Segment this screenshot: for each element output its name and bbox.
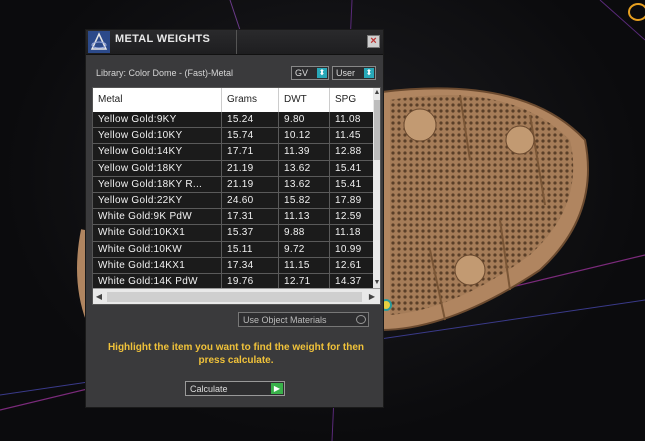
guide-line xyxy=(229,0,241,31)
column-header-grams[interactable]: Grams xyxy=(222,88,279,112)
column-header-metal[interactable]: Metal xyxy=(93,88,222,112)
horizontal-scrollbar[interactable]: ◀ ▶ xyxy=(93,288,380,304)
metal-cell: Yellow Gold:18KY R... xyxy=(93,176,222,193)
dwt-cell: 9.72 xyxy=(279,241,330,258)
grams-cell: 15.37 xyxy=(222,225,279,242)
grams-cell: 17.71 xyxy=(222,144,279,161)
scroll-right-icon[interactable]: ▶ xyxy=(367,291,377,303)
dwt-cell: 15.82 xyxy=(279,192,330,209)
scroll-down-icon[interactable]: ▼ xyxy=(373,278,380,288)
calculate-button[interactable]: Calculate ▶ xyxy=(185,381,285,396)
table-row[interactable]: Yellow Gold:22KY 24.60 15.82 17.89 xyxy=(93,192,380,210)
metal-cell: White Gold:10KX1 xyxy=(93,225,222,242)
grams-cell: 17.34 xyxy=(222,257,279,274)
dwt-cell: 13.62 xyxy=(279,176,330,193)
metal-cell: White Gold:9K PdW xyxy=(93,209,222,226)
scroll-up-icon[interactable]: ▲ xyxy=(373,88,380,98)
table-row[interactable]: Yellow Gold:10KY 15.74 10.12 11.45 xyxy=(93,128,380,145)
metal-cell: Yellow Gold:9KY xyxy=(93,112,222,128)
metal-cell: Yellow Gold:22KY xyxy=(93,192,222,209)
ring-flower xyxy=(403,108,437,142)
play-arrow-icon[interactable]: ▶ xyxy=(271,383,283,394)
ring-flower xyxy=(454,254,486,286)
title-tab-edge xyxy=(232,30,237,54)
user-dropdown-value: User xyxy=(336,68,356,78)
table-row[interactable]: White Gold:10KW 15.11 9.72 10.99 xyxy=(93,241,380,258)
column-header-dwt[interactable]: DWT xyxy=(279,88,330,112)
dwt-cell: 9.80 xyxy=(279,112,330,128)
table-body: Yellow Gold:9KY 15.24 9.80 11.08 Yellow Gold… xyxy=(93,112,380,291)
dropdown-arrow-icon[interactable]: ⬍ xyxy=(364,68,374,78)
grams-cell: 21.19 xyxy=(222,160,279,177)
radio-icon[interactable] xyxy=(356,315,366,324)
table-row[interactable]: White Gold:10KX1 15.37 9.88 11.18 xyxy=(93,225,380,242)
vertical-scrollbar[interactable]: ▲ ▼ xyxy=(373,88,380,288)
horizontal-scroll-thumb[interactable] xyxy=(107,292,362,302)
vertical-scroll-thumb[interactable] xyxy=(374,100,380,160)
user-dropdown[interactable]: User ⬍ xyxy=(332,66,376,80)
table-row[interactable]: White Gold:14KX1 17.34 11.15 12.61 xyxy=(93,257,380,274)
gv-dropdown[interactable]: GV ⬍ xyxy=(291,66,329,80)
dwt-cell: 11.15 xyxy=(279,257,330,274)
dialog-title: METAL WEIGHTS xyxy=(115,33,211,45)
table-row[interactable]: Yellow Gold:14KY 17.71 11.39 12.88 xyxy=(93,144,380,161)
grams-cell: 17.31 xyxy=(222,209,279,226)
title-bar[interactable]: METAL WEIGHTS × xyxy=(86,30,383,55)
dwt-cell: 11.39 xyxy=(279,144,330,161)
metal-cell: White Gold:10KW xyxy=(93,241,222,258)
use-object-materials-label: Use Object Materials xyxy=(243,315,327,325)
calculate-label: Calculate xyxy=(190,384,228,394)
close-button[interactable]: × xyxy=(367,35,380,48)
gv-dropdown-value: GV xyxy=(295,68,309,78)
table-row[interactable]: Yellow Gold:18KY R... 21.19 13.62 15.41 xyxy=(93,176,380,193)
instruction-message: Highlight the item you want to find the … xyxy=(107,342,365,366)
dwt-cell: 10.12 xyxy=(279,128,330,145)
app-logo-icon xyxy=(88,31,110,53)
table-row[interactable]: White Gold:9K PdW 17.31 11.13 12.59 xyxy=(93,209,380,226)
ring-flower xyxy=(505,125,535,155)
grams-cell: 21.19 xyxy=(222,176,279,193)
library-label: Library: Color Dome - (Fast)-Metal xyxy=(96,68,234,78)
metal-cell: Yellow Gold:10KY xyxy=(93,128,222,145)
grams-cell: 15.74 xyxy=(222,128,279,145)
dwt-cell: 13.62 xyxy=(279,160,330,177)
use-object-materials-toggle[interactable]: Use Object Materials xyxy=(238,312,369,327)
dwt-cell: 11.13 xyxy=(279,209,330,226)
grams-cell: 15.11 xyxy=(222,241,279,258)
dropdown-arrow-icon[interactable]: ⬍ xyxy=(317,68,327,78)
grams-cell: 15.24 xyxy=(222,112,279,128)
small-ring-model xyxy=(628,3,645,21)
metal-table[interactable]: Metal Grams DWT SPG Yellow Gold:9KY 15.24… xyxy=(92,87,381,305)
scroll-left-icon[interactable]: ◀ xyxy=(94,291,104,303)
table-row[interactable]: Yellow Gold:9KY 15.24 9.80 11.08 xyxy=(93,112,380,129)
metal-cell: Yellow Gold:14KY xyxy=(93,144,222,161)
metal-weights-dialog: METAL WEIGHTS × Library: Color Dome - (F… xyxy=(85,29,384,408)
grams-cell: 24.60 xyxy=(222,192,279,209)
dwt-cell: 9.88 xyxy=(279,225,330,242)
table-row[interactable]: Yellow Gold:18KY 21.19 13.62 15.41 xyxy=(93,160,380,177)
metal-cell: White Gold:14KX1 xyxy=(93,257,222,274)
metal-cell: Yellow Gold:18KY xyxy=(93,160,222,177)
table-header: Metal Grams DWT SPG xyxy=(93,88,380,112)
